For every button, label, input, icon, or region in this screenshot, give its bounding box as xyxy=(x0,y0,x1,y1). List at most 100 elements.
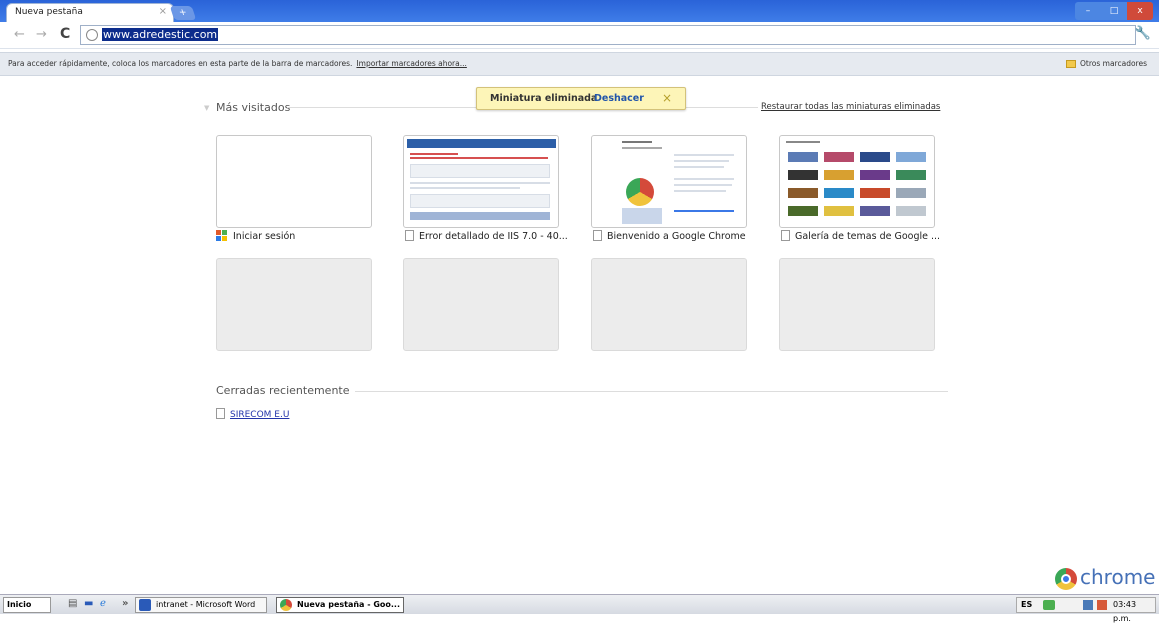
recently-closed-item[interactable]: SIRECOM E.U xyxy=(216,408,289,420)
tray-icon[interactable] xyxy=(1083,600,1093,610)
theme-swatch xyxy=(896,170,926,180)
thumbnail-preview-line xyxy=(674,190,726,192)
other-bookmarks-label: Otros marcadores xyxy=(1080,59,1147,68)
system-tray: ES 03:43 p.m. xyxy=(1016,597,1156,623)
thumbnail-preview-line xyxy=(674,160,729,162)
theme-swatch xyxy=(896,152,926,162)
toolbar: ← → C www.adredestic.com 🔧 xyxy=(0,22,1159,49)
thumbnail-preview-line xyxy=(410,187,520,189)
address-text[interactable]: www.adredestic.com xyxy=(102,28,219,41)
thumbnail-preview-footer xyxy=(410,212,550,220)
import-bookmarks-link[interactable]: Importar marcadores ahora... xyxy=(356,59,466,68)
start-button[interactable]: Inicio xyxy=(3,597,51,613)
section-divider xyxy=(287,107,477,108)
close-window-button[interactable]: x xyxy=(1127,2,1153,20)
tab-close-icon[interactable]: × xyxy=(159,6,167,17)
empty-thumbnail-slot xyxy=(403,258,559,351)
tray-icon[interactable] xyxy=(1097,600,1107,610)
taskbar-button-label: intranet - Microsoft Word xyxy=(156,600,256,609)
theme-swatch xyxy=(860,206,890,216)
thumbnail-preview-header xyxy=(407,139,556,148)
quick-launch-icon[interactable]: ▬ xyxy=(84,598,93,609)
windows-taskbar: Inicio ▤ ▬ ℯ » intranet - Microsoft Word… xyxy=(0,594,1159,623)
thumbnail-title: Galería de temas de Google ... xyxy=(795,231,941,242)
chrome-logo-icon xyxy=(1055,568,1077,590)
thumbnail-label[interactable]: Bienvenido a Google Chrome xyxy=(593,230,746,242)
new-tab-button[interactable]: + xyxy=(169,6,197,20)
theme-swatch xyxy=(860,152,890,162)
wrench-icon[interactable]: 🔧 xyxy=(1135,26,1151,41)
folder-icon xyxy=(1066,60,1077,68)
title-bar: Nueva pestaña × + – □ x xyxy=(0,0,1159,22)
theme-swatch xyxy=(860,188,890,198)
thumbnail-preview-line xyxy=(410,182,550,184)
page-icon xyxy=(593,230,602,241)
thumbnail-tile[interactable] xyxy=(779,135,935,228)
undo-link[interactable]: Deshacer xyxy=(594,93,644,104)
minimize-button[interactable]: – xyxy=(1075,2,1101,20)
theme-swatch xyxy=(824,188,854,198)
page-icon xyxy=(216,408,225,419)
thumbnail-preview-line xyxy=(674,154,734,156)
recently-closed-title: Cerradas recientemente xyxy=(216,384,350,397)
thumbnail-preview-block xyxy=(410,194,550,208)
theme-swatch xyxy=(788,152,818,162)
clock[interactable]: 03:43 p.m. xyxy=(1113,598,1155,626)
internet-explorer-icon[interactable]: ℯ xyxy=(100,598,106,609)
notification-text: Miniatura eliminada xyxy=(490,93,598,104)
thumbnail-preview-block xyxy=(622,208,662,224)
taskbar-button-chrome[interactable]: Nueva pestaña - Goo... xyxy=(276,597,404,613)
thumbnail-tile[interactable] xyxy=(591,135,747,228)
reload-button[interactable]: C xyxy=(60,26,70,42)
thumbnail-label[interactable]: Iniciar sesión xyxy=(216,230,295,242)
page-icon xyxy=(781,230,790,241)
thumbnail-preview-block xyxy=(410,164,550,178)
word-icon xyxy=(139,599,151,611)
thumbnail-removed-notification: Miniatura eliminada Deshacer × xyxy=(476,87,686,110)
empty-thumbnail-slot xyxy=(216,258,372,351)
theme-swatch xyxy=(824,152,854,162)
theme-swatch xyxy=(788,170,818,180)
address-bar[interactable]: www.adredestic.com xyxy=(80,25,1136,45)
more-quick-launch-icon[interactable]: » xyxy=(122,598,128,609)
notification-close-icon[interactable]: × xyxy=(662,91,672,105)
thumbnail-tile[interactable] xyxy=(216,135,372,228)
thumbnail-preview-line xyxy=(622,147,662,149)
thumbnail-title: Error detallado de IIS 7.0 - 40... xyxy=(419,231,568,242)
theme-swatch xyxy=(860,170,890,180)
taskbar-button-word[interactable]: intranet - Microsoft Word xyxy=(135,597,267,613)
quick-launch-icon[interactable]: ▤ xyxy=(68,598,77,609)
thumbnail-tile[interactable] xyxy=(403,135,559,228)
theme-swatch xyxy=(788,206,818,216)
network-icon[interactable] xyxy=(1043,600,1055,610)
thumbnail-preview-line xyxy=(786,141,820,143)
other-bookmarks-button[interactable]: Otros marcadores xyxy=(1066,59,1147,68)
chrome-icon xyxy=(280,599,292,611)
thumbnail-preview-line xyxy=(674,178,734,180)
maximize-button[interactable]: □ xyxy=(1101,2,1127,20)
thumbnail-label[interactable]: Error detallado de IIS 7.0 - 40... xyxy=(405,230,568,242)
bookmarks-bar: Para acceder rápidamente, coloca los mar… xyxy=(0,52,1159,76)
language-indicator[interactable]: ES xyxy=(1021,598,1032,612)
theme-swatch xyxy=(824,170,854,180)
theme-swatch xyxy=(824,206,854,216)
page-info-icon xyxy=(86,29,98,41)
thumbnail-label[interactable]: Galería de temas de Google ... xyxy=(781,230,940,242)
thumbnail-title: Iniciar sesión xyxy=(233,231,296,242)
page-icon xyxy=(405,230,414,241)
forward-button[interactable]: → xyxy=(36,27,47,42)
thumbnail-title: Bienvenido a Google Chrome xyxy=(607,231,746,242)
thumbnail-preview-line xyxy=(410,157,548,159)
tab-new-tab[interactable]: Nueva pestaña × xyxy=(6,3,174,22)
thumbnail-preview-line xyxy=(674,166,724,168)
section-divider xyxy=(355,391,948,392)
theme-swatch xyxy=(788,188,818,198)
window-controls: – □ x xyxy=(1075,2,1153,20)
back-button[interactable]: ← xyxy=(14,27,25,42)
chrome-logo-icon xyxy=(626,178,654,206)
restore-thumbnails-link[interactable]: Restaurar todas las miniaturas eliminada… xyxy=(761,102,940,112)
theme-swatch xyxy=(896,206,926,216)
empty-thumbnail-slot xyxy=(591,258,747,351)
bookmarks-hint-text: Para acceder rápidamente, coloca los mar… xyxy=(8,59,353,68)
collapse-arrow-icon[interactable]: ▼ xyxy=(204,104,209,112)
